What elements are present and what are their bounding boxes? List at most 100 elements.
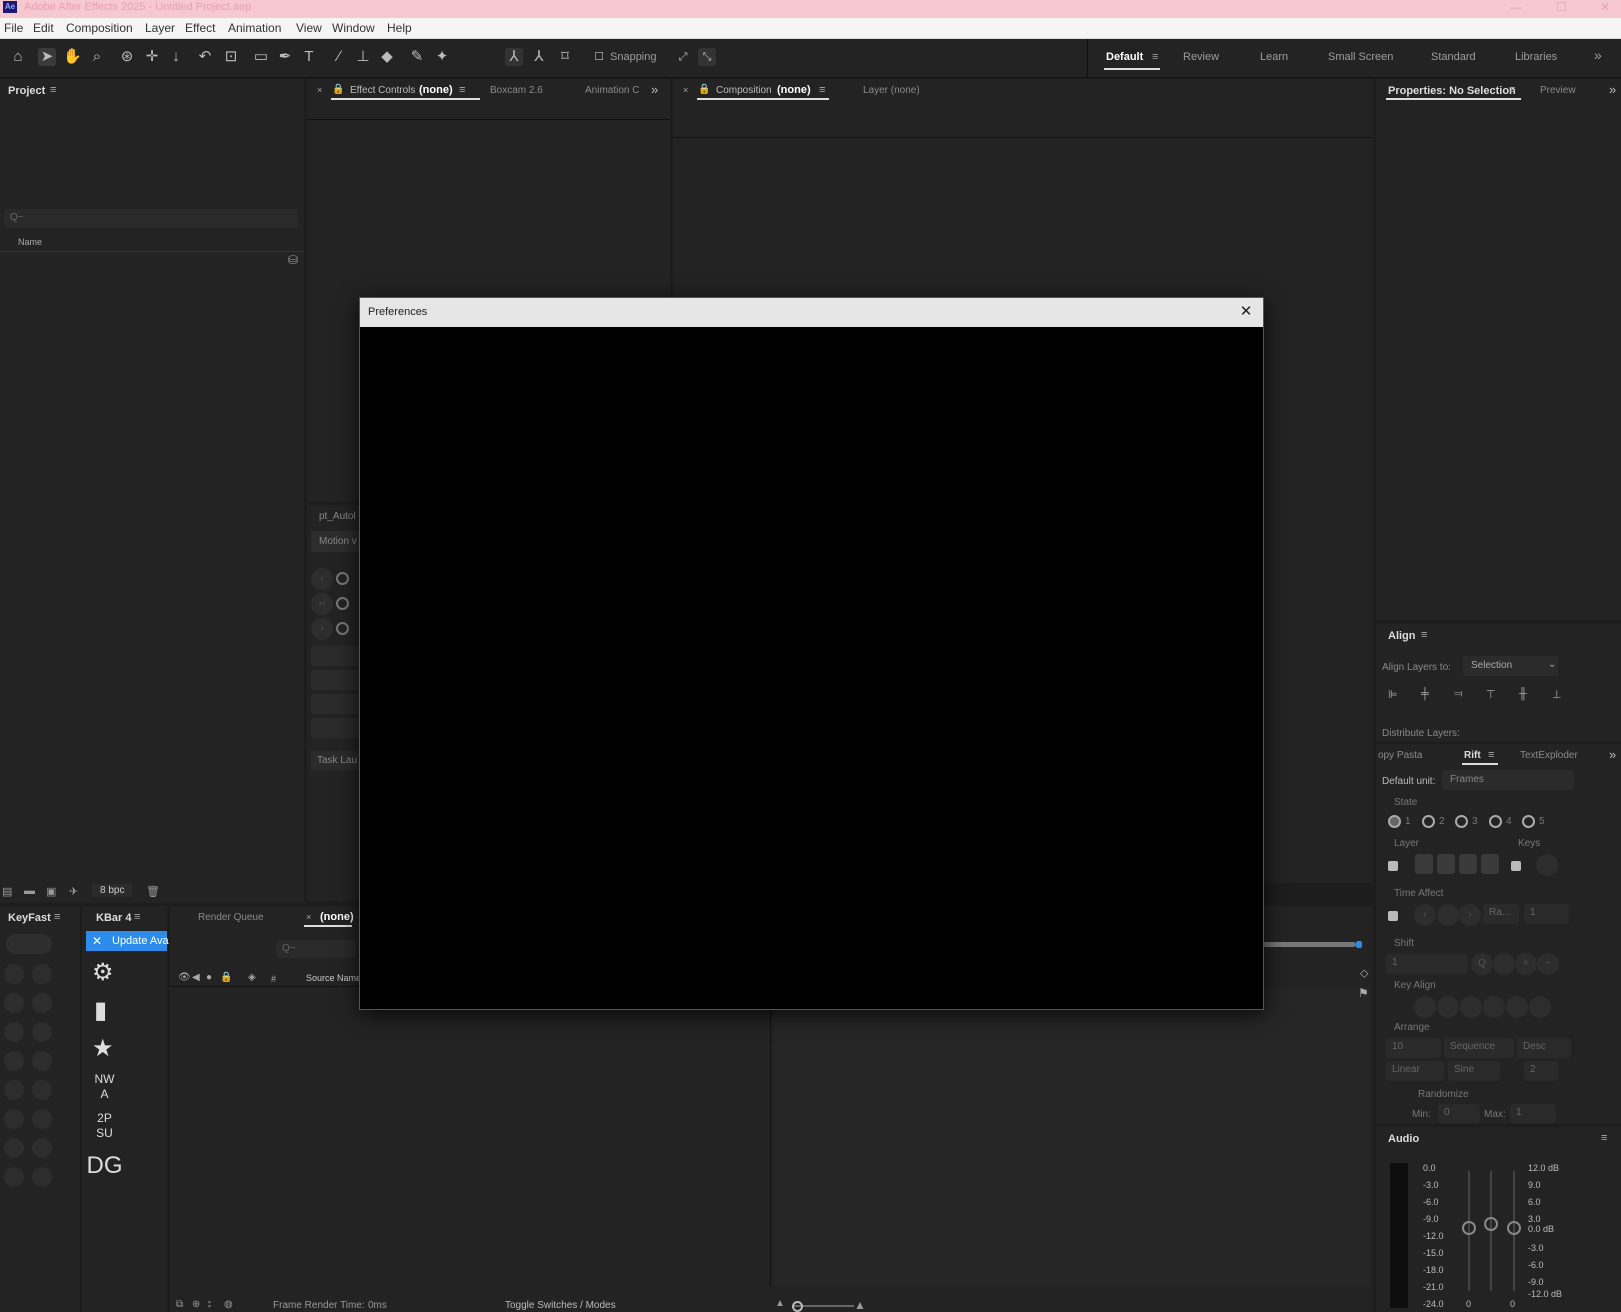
new-folder-icon[interactable]: ▬ xyxy=(24,885,35,897)
min-input[interactable]: 0 xyxy=(1438,1104,1480,1123)
keyfast-btn-4[interactable] xyxy=(32,993,52,1013)
keyfast-btn-14[interactable] xyxy=(32,1138,52,1158)
zoom-tool-icon[interactable]: ⌕ xyxy=(88,48,106,66)
keyfast-btn-13[interactable] xyxy=(4,1138,24,1158)
align-hcenter-icon[interactable]: ╪ xyxy=(1421,688,1429,700)
key-align-5-button[interactable] xyxy=(1506,996,1528,1018)
workspace-review[interactable]: Review xyxy=(1183,51,1219,63)
project-panel-title[interactable]: Project xyxy=(8,85,45,97)
snap-edge-icon[interactable]: ⤢ xyxy=(674,48,692,66)
keyfast-btn-11[interactable] xyxy=(4,1109,24,1129)
keyfast-btn-8[interactable] xyxy=(32,1051,52,1071)
rift-more-icon[interactable]: » xyxy=(1609,747,1616,762)
motion-radio-1[interactable] xyxy=(336,572,349,585)
gear-icon[interactable]: ⚙ xyxy=(92,958,114,987)
dialog-close-button[interactable]: ✕ xyxy=(1235,301,1257,323)
layer-mode-4-button[interactable] xyxy=(1481,854,1499,874)
properties-menu-icon[interactable]: ≡ xyxy=(1509,84,1515,96)
layer-mode-2-button[interactable] xyxy=(1437,854,1455,874)
motion-radio-2[interactable] xyxy=(336,597,349,610)
keyfast-btn-16[interactable] xyxy=(32,1167,52,1187)
minimize-button[interactable]: — xyxy=(1510,0,1522,14)
lock-icon[interactable]: 🔒 xyxy=(332,84,344,95)
motion-radio-3[interactable] xyxy=(336,622,349,635)
timeline-footer-icon-3[interactable]: ⦂ xyxy=(208,1299,211,1310)
align-left-icon[interactable]: ⊫ xyxy=(1388,688,1398,701)
workspace-standard[interactable]: Standard xyxy=(1431,51,1476,63)
arrange-order-select[interactable]: Desc xyxy=(1517,1038,1571,1058)
rotate-tool-icon[interactable]: ↶ xyxy=(196,48,214,66)
workspace-libraries[interactable]: Libraries xyxy=(1515,51,1557,63)
align-menu-icon[interactable]: ≡ xyxy=(1421,629,1427,641)
key-align-3-button[interactable] xyxy=(1460,996,1482,1018)
boxcam-tab[interactable]: Boxcam 2.6 xyxy=(490,85,543,96)
layer-mode-1-button[interactable] xyxy=(1415,854,1433,874)
document-icon[interactable]: ▮ xyxy=(94,996,107,1025)
shift-input[interactable]: 1 xyxy=(1386,954,1468,974)
timeline-footer-icon-4[interactable]: ◍ xyxy=(224,1299,233,1310)
menu-edit[interactable]: Edit xyxy=(33,21,54,35)
interpret-footage-icon[interactable]: ▤ xyxy=(2,885,12,898)
keyfast-btn-12[interactable] xyxy=(32,1109,52,1129)
audio-slider-knob-1[interactable] xyxy=(1462,1221,1476,1235)
copy-pasta-tab[interactable]: opy Pasta xyxy=(1378,750,1422,761)
anchor-tool-icon[interactable]: ⊡ xyxy=(222,48,240,66)
project-name-column[interactable]: Name xyxy=(18,237,42,247)
keyfast-title[interactable]: KeyFast xyxy=(8,912,51,924)
state-radio-2[interactable] xyxy=(1422,815,1435,828)
comp-tab-close-icon[interactable]: × xyxy=(683,85,688,95)
menu-view[interactable]: View xyxy=(296,21,322,35)
eraser-tool-icon[interactable]: ◆ xyxy=(378,48,396,66)
selection-tool-icon[interactable]: ➤ xyxy=(38,48,56,66)
timeline-tab-close-icon[interactable]: × xyxy=(306,912,311,922)
solo-icon[interactable]: ● xyxy=(206,972,212,983)
align-vcenter-icon[interactable]: ╫ xyxy=(1519,688,1527,700)
trash-icon[interactable]: 🗑 xyxy=(146,885,160,898)
layer-checkbox[interactable] xyxy=(1388,861,1398,871)
shift-minus-button[interactable]: − xyxy=(1537,953,1559,975)
keyfast-btn-3[interactable] xyxy=(4,993,24,1013)
split-circle-button[interactable]: ›‹ xyxy=(311,593,333,615)
pan-camera-icon[interactable]: ✛ xyxy=(143,48,161,66)
kbar-dg-button[interactable]: DG xyxy=(82,1152,127,1180)
timeline-zoom-handle[interactable] xyxy=(1356,941,1362,948)
kbar-nw-button[interactable]: NW A xyxy=(82,1072,127,1102)
menu-file[interactable]: File xyxy=(4,21,23,35)
bpc-button[interactable]: 8 bpc xyxy=(92,884,133,897)
warp-button[interactable] xyxy=(311,718,366,738)
eye-icon[interactable]: 👁 xyxy=(178,972,191,983)
close-icon[interactable]: ✕ xyxy=(92,934,102,948)
menu-effect[interactable]: Effect xyxy=(185,21,215,35)
kbar-menu-icon[interactable]: ≡ xyxy=(134,911,140,923)
preview-tab[interactable]: Preview xyxy=(1540,85,1576,96)
timeline-footer-icon-2[interactable]: ⊕ xyxy=(192,1299,200,1310)
null-button[interactable] xyxy=(311,694,366,714)
brush-tool-icon[interactable]: ∕ xyxy=(330,48,348,66)
key-align-4-button[interactable] xyxy=(1483,996,1505,1018)
textexploder-tab[interactable]: TextExploder xyxy=(1520,750,1578,761)
keyfast-menu-icon[interactable]: ≡ xyxy=(54,911,60,923)
timeline-footer-icon-1[interactable]: ⧉ xyxy=(176,1299,183,1310)
keys-mode-button[interactable] xyxy=(1536,854,1558,876)
rift-menu-icon[interactable]: ≡ xyxy=(1488,749,1494,761)
ease-value-input[interactable]: 2 xyxy=(1524,1061,1558,1081)
comp-marker-icon[interactable]: ⬦ xyxy=(1360,966,1368,981)
arrange-value-input[interactable]: 10 xyxy=(1386,1038,1441,1058)
layer-tab[interactable]: Layer (none) xyxy=(863,85,920,96)
audio-menu-icon[interactable]: ≡ xyxy=(1601,1132,1607,1144)
keyfast-btn-15[interactable] xyxy=(4,1167,24,1187)
keyfast-btn-10[interactable] xyxy=(32,1080,52,1100)
adjust-icon[interactable]: ✈ xyxy=(69,885,78,898)
time-affect-value-input[interactable]: 1 xyxy=(1524,904,1569,924)
snapping-checkbox[interactable]: ☐ xyxy=(590,48,608,66)
keyfast-btn-5[interactable] xyxy=(4,1022,24,1042)
ease-in-select[interactable]: Linear xyxy=(1386,1061,1444,1081)
comp-lock-icon[interactable]: 🔒 xyxy=(698,84,710,95)
zoom-in-icon[interactable]: ▲ xyxy=(854,1298,866,1312)
dolly-camera-icon[interactable]: ↓ xyxy=(167,48,185,66)
time-affect-checkbox[interactable] xyxy=(1388,911,1398,921)
arrange-mode-select[interactable]: Sequence xyxy=(1444,1038,1514,1058)
workspace-small-screen[interactable]: Small Screen xyxy=(1328,51,1393,63)
animation-composer-tab[interactable]: Animation C xyxy=(585,85,639,96)
key-align-6-button[interactable] xyxy=(1529,996,1551,1018)
